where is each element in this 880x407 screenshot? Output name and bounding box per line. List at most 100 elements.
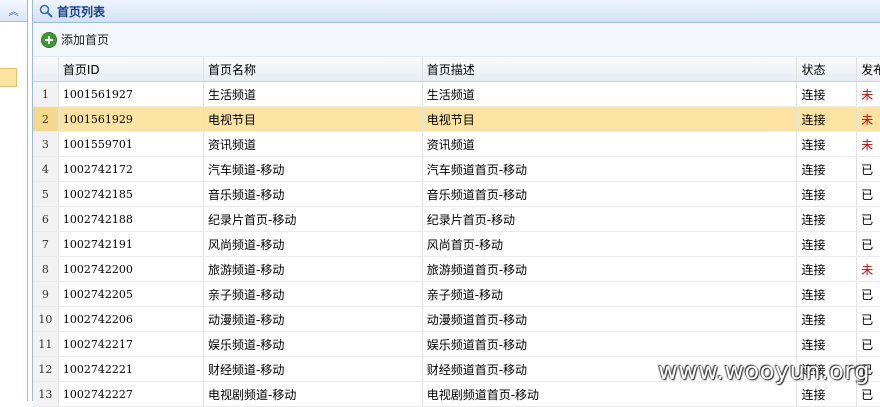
cell-description: 旅游频道首页-移动	[423, 257, 798, 281]
cell-name: 生活频道	[204, 82, 423, 106]
cell-id: 1001561927	[59, 82, 204, 106]
table-row[interactable]: 13 1002742227 电视剧频道-移动 电视剧频道首页-移动 连接已	[33, 382, 880, 407]
table-row[interactable]: 3 1001559701 资讯频道 资讯频道 连接未	[33, 132, 880, 157]
table-row[interactable]: 12 1002742221 财经频道-移动 财经频道首页-移动 连接已	[33, 357, 880, 382]
cell-publish: 已	[861, 187, 874, 202]
cell-description: 汽车频道首页-移动	[423, 157, 798, 181]
row-number: 13	[33, 382, 59, 406]
cell-publish: 未	[861, 262, 874, 277]
add-homepage-button[interactable]: 添加首页	[41, 31, 109, 48]
table-row[interactable]: 6 1002742188 纪录片首页-移动 纪录片首页-移动 连接已	[33, 207, 880, 232]
column-header-description[interactable]: 首页描述	[423, 57, 798, 81]
cell-id: 1002742206	[59, 307, 204, 331]
cell-description: 音乐频道首页-移动	[423, 182, 798, 206]
cell-status: 连接	[797, 182, 858, 206]
row-number: 2	[33, 107, 59, 131]
cell-name: 娱乐频道-移动	[204, 332, 423, 356]
table-row[interactable]: 2 1001561929 电视节目 电视节目 连接未	[33, 107, 880, 132]
cell-publish: 已	[861, 312, 874, 327]
cell-id: 1001561929	[59, 107, 204, 131]
column-header-id[interactable]: 首页ID	[59, 57, 204, 81]
cell-status: 连接	[797, 82, 858, 106]
table-row[interactable]: 9 1002742205 亲子频道-移动 亲子频道-移动 连接已	[33, 282, 880, 307]
cell-name: 资讯频道	[204, 132, 423, 156]
row-number: 10	[33, 307, 59, 331]
cell-name: 财经频道-移动	[204, 357, 423, 381]
toolbar: 添加首页	[33, 23, 880, 57]
cell-description: 动漫频道首页-移动	[423, 307, 798, 331]
sidebar-collapse-button[interactable]: ︽	[0, 0, 27, 22]
cell-description: 生活频道	[423, 82, 798, 106]
row-number: 4	[33, 157, 59, 181]
cell-description: 亲子频道-移动	[423, 282, 798, 306]
column-header-publish[interactable]: 发布	[857, 57, 880, 81]
row-number: 3	[33, 132, 59, 156]
cell-status: 连接	[797, 332, 858, 356]
row-number: 1	[33, 82, 59, 106]
cell-status: 连接	[797, 107, 858, 131]
table-row[interactable]: 10 1002742206 动漫频道-移动 动漫频道首页-移动 连接已	[33, 307, 880, 332]
cell-status: 连接	[797, 257, 858, 281]
cell-id: 1002742188	[59, 207, 204, 231]
table-row[interactable]: 7 1002742191 风尚频道-移动 风尚首页-移动 连接已	[33, 232, 880, 257]
grid-header: 首页ID 首页名称 首页描述 状态 发布	[33, 57, 880, 82]
cell-publish: 未	[861, 112, 874, 127]
cell-publish: 未	[861, 137, 874, 152]
grid-body: 1 1001561927 生活频道 生活频道 连接未 2 1001561929 电视节目 电视节…	[33, 82, 880, 407]
cell-publish: 已	[861, 237, 874, 252]
cell-status: 连接	[797, 132, 858, 156]
cell-description: 电视节目	[423, 107, 798, 131]
cell-id: 1002742217	[59, 332, 204, 356]
row-number: 12	[33, 357, 59, 381]
table-row[interactable]: 4 1002742172 汽车频道-移动 汽车频道首页-移动 连接已	[33, 157, 880, 182]
cell-status: 连接	[797, 382, 858, 406]
cell-id: 1001559701	[59, 132, 204, 156]
row-number: 8	[33, 257, 59, 281]
cell-publish: 已	[861, 162, 874, 177]
cell-id: 1002742227	[59, 382, 204, 406]
cell-name: 电视节目	[204, 107, 423, 131]
table-row[interactable]: 11 1002742217 娱乐频道-移动 娱乐频道首页-移动 连接已	[33, 332, 880, 357]
table-row[interactable]: 1 1001561927 生活频道 生活频道 连接未	[33, 82, 880, 107]
cell-description: 资讯频道	[423, 132, 798, 156]
search-icon	[39, 4, 53, 18]
table-row[interactable]: 5 1002742185 音乐频道-移动 音乐频道首页-移动 连接已	[33, 182, 880, 207]
cell-status: 连接	[797, 207, 858, 231]
cell-description: 娱乐频道首页-移动	[423, 332, 798, 356]
cell-name: 风尚频道-移动	[204, 232, 423, 256]
panel-header: 首页列表	[33, 0, 880, 23]
cell-publish: 已	[861, 212, 874, 227]
add-icon	[41, 31, 57, 48]
sidebar-active-tab[interactable]	[0, 68, 17, 87]
chevron-up-icon: ︽	[8, 7, 19, 18]
cell-publish: 已	[861, 362, 874, 377]
cell-status: 连接	[797, 232, 858, 256]
cell-id: 1002742221	[59, 357, 204, 381]
rownumber-header	[33, 57, 59, 81]
cell-name: 亲子频道-移动	[204, 282, 423, 306]
cell-id: 1002742185	[59, 182, 204, 206]
cell-name: 电视剧频道-移动	[204, 382, 423, 406]
cell-status: 连接	[797, 307, 858, 331]
cell-id: 1002742200	[59, 257, 204, 281]
left-sidebar: ︽	[0, 0, 28, 401]
column-header-name[interactable]: 首页名称	[204, 57, 423, 81]
column-header-status[interactable]: 状态	[797, 57, 858, 81]
cell-publish: 未	[861, 87, 874, 102]
row-number: 6	[33, 207, 59, 231]
cell-name: 动漫频道-移动	[204, 307, 423, 331]
cell-publish: 已	[861, 337, 874, 352]
cell-status: 连接	[797, 357, 858, 381]
cell-status: 连接	[797, 157, 858, 181]
table-row[interactable]: 8 1002742200 旅游频道-移动 旅游频道首页-移动 连接未	[33, 257, 880, 282]
homepage-list-panel: 首页列表 添加首页 首页ID 首页名称 首页描述 状态 发布 1 10015619…	[32, 0, 880, 407]
row-number: 11	[33, 332, 59, 356]
cell-id: 1002742191	[59, 232, 204, 256]
row-number: 5	[33, 182, 59, 206]
cell-status: 连接	[797, 282, 858, 306]
cell-id: 1002742172	[59, 157, 204, 181]
cell-publish: 已	[861, 287, 874, 302]
row-number: 7	[33, 232, 59, 256]
cell-id: 1002742205	[59, 282, 204, 306]
cell-name: 旅游频道-移动	[204, 257, 423, 281]
